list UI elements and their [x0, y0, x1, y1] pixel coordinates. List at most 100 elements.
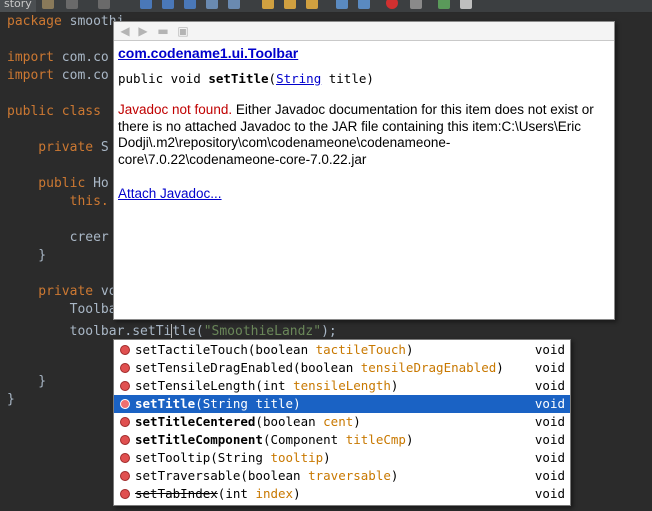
completion-close: ) — [405, 342, 414, 357]
find-next-icon[interactable] — [184, 0, 196, 9]
completion-item[interactable]: setTitleCentered(boolean cent) void — [114, 413, 570, 431]
completion-param-type: (int — [217, 486, 256, 501]
completion-item[interactable]: setTitleComponent(Component titleCmp) voi… — [114, 431, 570, 449]
last-edit-icon[interactable] — [42, 0, 54, 9]
completion-return-type: void — [534, 396, 565, 411]
shift-left-icon[interactable] — [336, 0, 348, 9]
comment-icon[interactable] — [438, 0, 450, 9]
code-line: import com.co — [7, 49, 109, 67]
completion-item[interactable]: setTabIndex(int index) void — [114, 485, 570, 503]
completion-param-name: tactileTouch — [315, 342, 406, 357]
completion-item[interactable]: setTensileLength(int tensileLength) void — [114, 377, 570, 395]
toggle-rect-select-icon[interactable] — [228, 0, 240, 9]
code-keyword: import — [7, 50, 62, 65]
completion-close: ) — [323, 450, 331, 465]
code-line: import com.co — [7, 67, 109, 85]
completion-param-type: (String — [195, 396, 256, 411]
completion-method-name: setTensileLength — [135, 378, 256, 393]
open-in-browser-icon[interactable]: ▬ — [156, 25, 170, 37]
method-icon — [120, 363, 130, 373]
code-line: public Ho — [7, 175, 109, 193]
completion-param-name: index — [255, 486, 294, 501]
javadoc-class-link[interactable]: com.codename1.ui.Toolbar — [118, 44, 608, 62]
completion-signature: setTabIndex(int index) — [135, 485, 301, 503]
completion-item[interactable]: setTensileDragEnabled(boolean tensileDra… — [114, 359, 570, 377]
history-tab[interactable]: story — [0, 0, 36, 12]
code-line: Toolba — [7, 301, 117, 319]
completion-method-name: setTitleCentered — [135, 414, 256, 429]
completion-item[interactable]: setTooltip(String tooltip) void — [114, 449, 570, 467]
signature-prefix: public void — [118, 71, 209, 86]
completion-method-name: setTabIndex — [135, 486, 218, 501]
code-line: } — [7, 373, 46, 391]
code-keyword: private — [7, 140, 101, 155]
completion-item[interactable]: setTraversable(boolean traversable) void — [114, 467, 570, 485]
start-macro-icon[interactable] — [386, 0, 398, 9]
forward-icon[interactable] — [98, 0, 110, 9]
signature-type-link[interactable]: String — [276, 71, 321, 86]
uncomment-icon[interactable] — [460, 0, 472, 9]
completion-item[interactable]: setTitle(String title) void — [114, 395, 570, 413]
code-completion-list[interactable]: setTactileTouch (boolean tactileTouch) voi… — [113, 339, 571, 506]
completion-close: ) — [496, 360, 504, 375]
completion-return-type: void — [534, 432, 565, 447]
completion-param-type: (boolean — [293, 360, 361, 375]
forward-arrow-icon[interactable]: ▶ — [136, 25, 150, 37]
javadoc-navigation: ◀ ▶ ▬ ▣ — [114, 22, 614, 41]
completion-param-type: (boolean — [240, 468, 309, 483]
completion-method-name: setTactileTouch — [135, 342, 248, 357]
completion-param-name: tensileLength — [293, 378, 391, 393]
javadoc-content: com.codename1.ui.Toolbar public void set… — [118, 44, 608, 203]
code-line: } — [7, 247, 46, 265]
open-source-icon[interactable]: ▣ — [176, 25, 190, 37]
code-text: com.co — [61, 50, 109, 65]
completion-param-type: (boolean — [255, 414, 324, 429]
back-arrow-icon[interactable]: ◀ — [118, 25, 132, 37]
code-keyword: package — [7, 14, 70, 29]
code-text: S — [100, 140, 109, 155]
completion-method-name: setTitleComponent — [135, 432, 263, 447]
signature-open: ( — [268, 71, 277, 86]
code-text: com.co — [61, 68, 109, 83]
method-icon — [120, 453, 130, 463]
javadoc-popup: ◀ ▶ ▬ ▣ com.codename1.ui.Toolbar public … — [113, 21, 615, 320]
signature-method: setTitle — [208, 71, 269, 86]
previous-bookmark-icon[interactable] — [262, 0, 274, 9]
completion-signature: setTooltip(String tooltip) — [135, 449, 331, 467]
completion-return-type: void — [534, 468, 565, 483]
method-icon — [120, 417, 130, 427]
completion-param-name: cent — [323, 414, 354, 429]
ide-toolbar: story — [0, 0, 652, 13]
completion-close: ) — [353, 414, 361, 429]
shift-right-icon[interactable] — [358, 0, 370, 9]
completion-close: ) — [293, 396, 301, 411]
current-line-end: ); — [321, 324, 337, 339]
code-text: Ho — [93, 176, 109, 191]
completion-method-name: setTensileDragEnabled — [135, 360, 294, 375]
code-line: private S — [7, 139, 109, 157]
toggle-highlight-icon[interactable] — [206, 0, 218, 9]
code-line: package smoothi — [7, 13, 124, 31]
completion-item[interactable]: setTactileTouch(boolean tactileTouch) voi… — [114, 341, 570, 359]
find-previous-icon[interactable] — [162, 0, 174, 9]
method-icon — [120, 471, 130, 481]
completion-param-name: titleCmp — [345, 432, 406, 447]
code-text: Toolba — [7, 302, 117, 317]
toggle-bookmark-icon[interactable] — [306, 0, 318, 9]
javadoc-not-found: Javadoc not found. — [118, 102, 233, 117]
code-keyword: private — [7, 284, 101, 299]
completion-signature: setTensileDragEnabled(boolean tensileDra… — [135, 359, 504, 377]
code-keyword: public class — [7, 104, 109, 119]
completion-close: ) — [390, 378, 399, 393]
attach-javadoc-link[interactable]: Attach Javadoc... — [118, 185, 608, 203]
code-text: creer — [7, 230, 109, 245]
code-keyword: public — [7, 176, 94, 191]
method-icon — [120, 381, 130, 391]
completion-method-name: setTitle — [135, 396, 196, 411]
next-bookmark-icon[interactable] — [284, 0, 296, 9]
code-text: } — [7, 374, 47, 389]
stop-macro-icon[interactable] — [410, 0, 422, 9]
method-icon — [120, 489, 130, 499]
back-icon[interactable] — [66, 0, 78, 9]
find-icon[interactable] — [140, 0, 152, 9]
